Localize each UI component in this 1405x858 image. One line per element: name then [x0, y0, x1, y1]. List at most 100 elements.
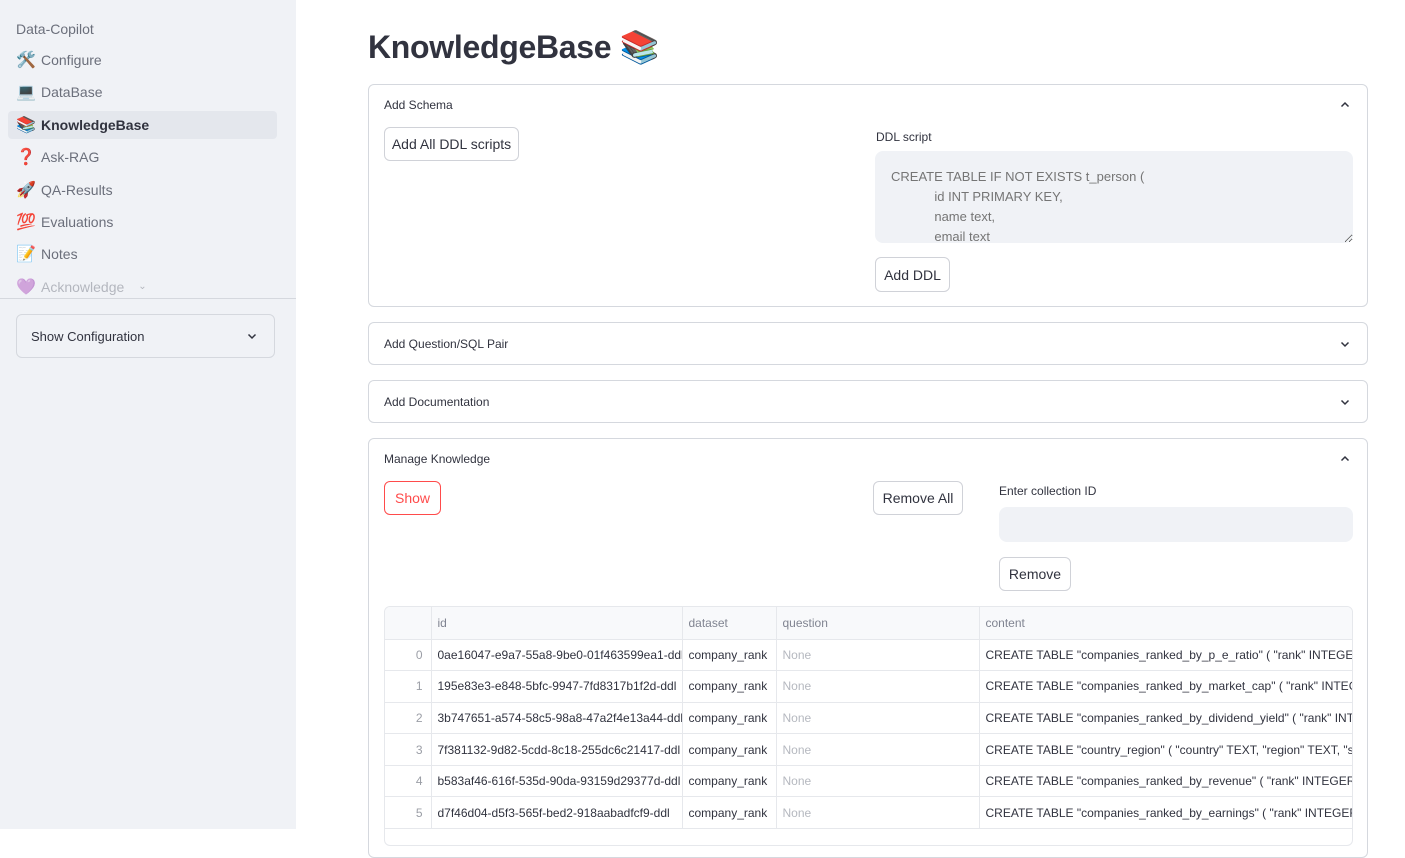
cell-dataset[interactable]: company_rank [682, 670, 777, 703]
collection-id-label: Enter collection ID [999, 484, 1097, 498]
table-row[interactable]: 2 3b747651-a574-58c5-98a8-47a2f4e13a44-dd… [385, 702, 1352, 735]
page-title: KnowledgeBase 📚 [368, 29, 660, 65]
purple-heart-icon: 💜 [16, 278, 36, 296]
sidebar-item-acknowledge[interactable]: 💜 Acknowledge ⌄ [8, 273, 277, 296]
cell-id[interactable]: d7f46d04-d5f3-565f-bed2-918aabadfcf9-ddl [431, 796, 683, 830]
sidebar-item-label: Acknowledge [41, 278, 125, 295]
table-row[interactable]: 5 d7f46d04-d5f3-565f-bed2-918aabadfcf9-dd… [385, 796, 1352, 830]
chevron-down-icon [1339, 338, 1351, 350]
sidebar-item-evaluations[interactable]: 💯 Evaluations [8, 208, 277, 236]
knowledge-table[interactable]: id dataset question content 0 0ae16047-e9… [384, 606, 1353, 846]
chevron-up-icon [1339, 453, 1351, 465]
add-schema-title: Add Schema [384, 98, 453, 112]
table-row[interactable]: 0 0ae16047-e9a7-55a8-9be0-01f463599ea1-dd… [385, 639, 1352, 672]
ddl-script-label: DDL script [876, 130, 932, 144]
cell-id[interactable]: b583af46-616f-535d-90da-93159d29377d-ddl [431, 765, 683, 798]
cell-question[interactable]: None [776, 796, 980, 830]
sidebar-item-label: Ask-RAG [41, 149, 100, 166]
cell-content[interactable]: CREATE TABLE "companies_ranked_by_earnin… [979, 796, 1352, 830]
sidebar-item-knowledgebase[interactable]: 📚 KnowledgeBase [8, 110, 277, 139]
cell-dataset[interactable]: company_rank [682, 733, 777, 766]
column-header-id[interactable]: id [431, 607, 683, 640]
cell-id[interactable]: 195e83e3-e848-5bfc-9947-7fd8317b1f2d-ddl [431, 670, 683, 703]
cell-id[interactable]: 3b747651-a574-58c5-98a8-47a2f4e13a44-ddl [431, 702, 683, 735]
sidebar-item-qa-results[interactable]: 🚀 QA-Results [8, 176, 277, 204]
add-schema-header[interactable]: Add Schema [384, 85, 1351, 125]
sidebar-item-configure[interactable]: 🛠️ Configure [8, 46, 277, 74]
add-schema-expander: Add Schema Add All DDL scripts DDL scrip… [368, 84, 1368, 307]
question-mark-icon: ❓ [16, 149, 36, 167]
add-ddl-button[interactable]: Add DDL [875, 257, 950, 292]
row-index[interactable]: 1 [385, 670, 432, 703]
remove-all-button[interactable]: Remove All [873, 481, 963, 515]
show-button[interactable]: Show [384, 481, 441, 515]
column-header-content[interactable]: content [979, 607, 1352, 640]
cell-id[interactable]: 0ae16047-e9a7-55a8-9be0-01f463599ea1-ddl [431, 639, 683, 672]
cell-question[interactable]: None [776, 765, 980, 798]
cell-dataset[interactable]: company_rank [682, 765, 777, 798]
cell-dataset[interactable]: company_rank [682, 796, 777, 830]
cell-question[interactable]: None [776, 733, 980, 766]
sidebar-item-label: KnowledgeBase [41, 116, 150, 133]
add-question-sql-pair-header[interactable]: Add Question/SQL Pair [384, 323, 1351, 364]
hammer-wrench-icon: 🛠️ [16, 52, 36, 69]
column-header-index[interactable] [385, 607, 432, 640]
app-name: Data-Copilot [16, 21, 94, 37]
add-documentation-title: Add Documentation [384, 394, 490, 409]
sidebar-item-database[interactable]: 💻 DataBase [8, 78, 277, 106]
table-row[interactable]: 1 195e83e3-e848-5bfc-9947-7fd8317b1f2d-dd… [385, 670, 1352, 703]
add-question-sql-pair-title: Add Question/SQL Pair [384, 336, 509, 351]
laptop-icon: 💻 [16, 84, 36, 102]
remove-button[interactable]: Remove [999, 557, 1071, 591]
show-configuration-expander[interactable]: Show Configuration [16, 314, 275, 358]
manage-knowledge-expander: Manage Knowledge Show Remove All Enter c… [368, 438, 1368, 858]
sidebar-item-ask-rag[interactable]: ❓ Ask-RAG [8, 143, 277, 171]
cell-id[interactable]: 7f381132-9d82-5cdd-8c18-255dc6c21417-ddl [431, 733, 683, 766]
cell-dataset[interactable]: company_rank [682, 639, 777, 672]
sidebar-divider [0, 298, 296, 299]
sidebar-item-label: Notes [41, 246, 78, 263]
add-all-ddl-scripts-button[interactable]: Add All DDL scripts [384, 127, 519, 161]
sidebar-item-label: Evaluations [41, 213, 114, 230]
cell-content[interactable]: CREATE TABLE "companies_ranked_by_divide… [979, 702, 1352, 735]
chevron-down-icon [246, 330, 258, 342]
sidebar-item-label: Configure [41, 52, 102, 68]
cell-question[interactable]: None [776, 702, 980, 735]
manage-knowledge-header[interactable]: Manage Knowledge [384, 439, 1351, 479]
show-configuration-label: Show Configuration [31, 328, 145, 344]
cell-content[interactable]: CREATE TABLE "companies_ranked_by_market… [979, 670, 1352, 703]
sidebar-nav: 🛠️ Configure 💻 DataBase 📚 KnowledgeBase ❓ Ask-R… [8, 46, 277, 296]
add-documentation-header[interactable]: Add Documentation [384, 381, 1351, 422]
collection-id-input[interactable] [999, 507, 1353, 542]
hundred-points-icon: 💯 [16, 213, 36, 231]
cell-question[interactable]: None [776, 670, 980, 703]
cell-dataset[interactable]: company_rank [682, 702, 777, 735]
add-question-sql-pair-expander: Add Question/SQL Pair [368, 322, 1368, 365]
sidebar-item-notes[interactable]: 📝 Notes [8, 240, 277, 268]
column-header-dataset[interactable]: dataset [682, 607, 777, 640]
chevron-down-icon [1339, 396, 1351, 408]
sidebar: Data-Copilot 🛠️ Configure 💻 DataBase 📚 Knowle… [0, 0, 296, 829]
row-index[interactable]: 3 [385, 733, 432, 766]
memo-icon: 📝 [16, 246, 36, 264]
show-more-chevron-icon[interactable]: ⌄ [138, 281, 146, 292]
table-header-row: id dataset question content [385, 607, 1352, 640]
column-header-question[interactable]: question [776, 607, 980, 640]
cell-content[interactable]: CREATE TABLE "companies_ranked_by_p_e_ra… [979, 639, 1352, 672]
row-index[interactable]: 0 [385, 639, 432, 672]
row-index[interactable]: 4 [385, 765, 432, 798]
row-index[interactable]: 2 [385, 702, 432, 735]
table-row[interactable]: 4 b583af46-616f-535d-90da-93159d29377d-dd… [385, 765, 1352, 798]
rocket-icon: 🚀 [16, 181, 36, 199]
sidebar-item-label: DataBase [41, 84, 103, 101]
chevron-up-icon [1339, 99, 1351, 111]
cell-content[interactable]: CREATE TABLE "companies_ranked_by_revenu… [979, 765, 1352, 798]
cell-content[interactable]: CREATE TABLE "country_region" ( "country… [979, 733, 1352, 766]
manage-knowledge-title: Manage Knowledge [384, 452, 491, 466]
table-row[interactable]: 3 7f381132-9d82-5cdd-8c18-255dc6c21417-dd… [385, 733, 1352, 766]
ddl-script-textarea[interactable] [875, 151, 1353, 243]
add-documentation-expander: Add Documentation [368, 380, 1368, 423]
cell-question[interactable]: None [776, 639, 980, 672]
row-index[interactable]: 5 [385, 796, 432, 830]
sidebar-item-label: QA-Results [41, 181, 113, 198]
